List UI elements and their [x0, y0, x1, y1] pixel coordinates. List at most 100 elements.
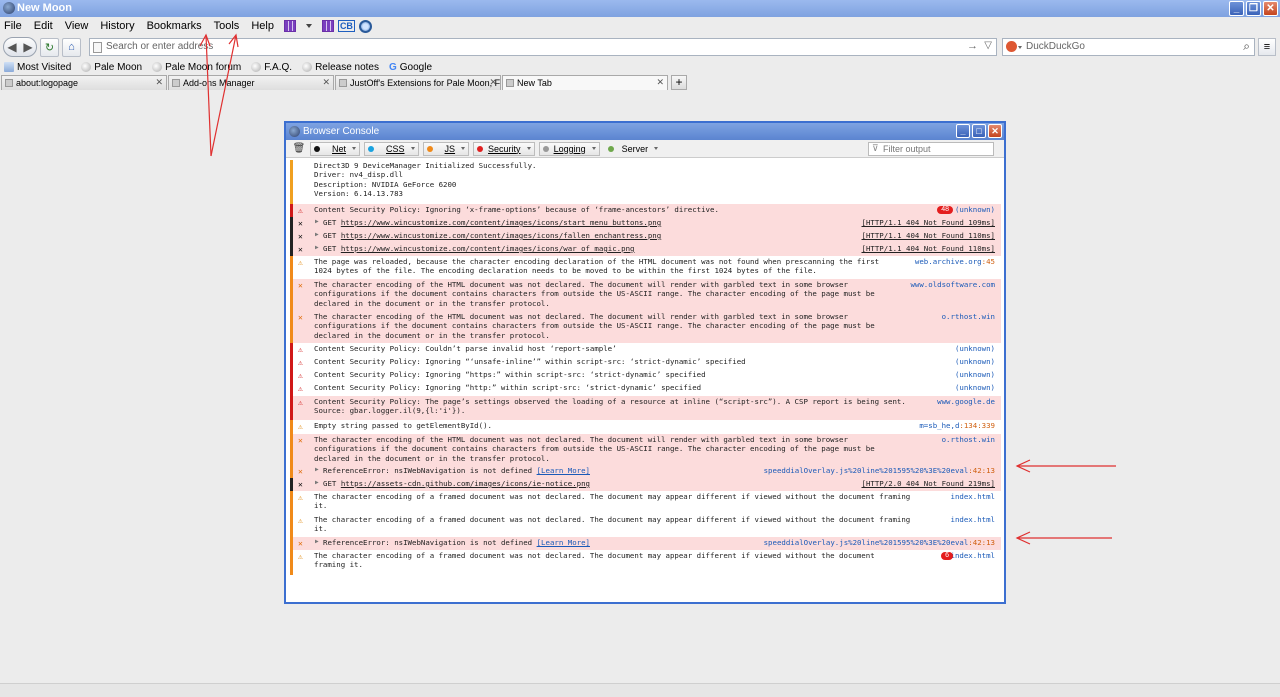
- source-location-link[interactable]: (unknown): [955, 205, 995, 214]
- http-status-link[interactable]: [HTTP/1.1 404 Not Found 110ms]: [862, 231, 996, 240]
- source-location-link[interactable]: www.google.de: [937, 397, 995, 406]
- source-location-link[interactable]: speeddialOverlay.js%20line%201595%20%3E%…: [764, 538, 995, 547]
- filter-css-button[interactable]: CSS: [364, 141, 419, 156]
- source-location-link[interactable]: web.archive.org:45: [915, 257, 995, 266]
- restore-button[interactable]: ❐: [1246, 1, 1261, 16]
- log-entry[interactable]: ✕ ▶ GET https://www.wincustomize.com/conte…: [290, 243, 1001, 256]
- minimize-button[interactable]: _: [1229, 1, 1244, 16]
- source-location-link[interactable]: speeddialOverlay.js%20line%201595%20%3E%…: [764, 466, 995, 475]
- source-location-link[interactable]: (unknown): [955, 357, 995, 366]
- log-entry[interactable]: ✕ ▶ ReferenceError: nsIWebNavigation is no…: [290, 537, 1001, 550]
- filter-security-button[interactable]: Security: [473, 141, 535, 156]
- learn-more-link[interactable]: [Learn More]: [537, 466, 590, 475]
- log-entry[interactable]: ✕ The character encoding of the HTML docu…: [290, 279, 1001, 311]
- go-arrow-icon[interactable]: →: [967, 40, 978, 52]
- menu-view[interactable]: View: [59, 20, 95, 32]
- log-entry[interactable]: ⚠ Content Security Policy: Ignoring “http…: [290, 382, 1001, 396]
- bookmark-google[interactable]: G Google: [389, 62, 432, 74]
- menu-bookmarks[interactable]: Bookmarks: [141, 20, 208, 32]
- bookmark-faq[interactable]: F.A.Q.: [251, 62, 292, 73]
- tab-about-logopage[interactable]: about:logopage ✕: [1, 75, 167, 90]
- tab-justoff-extensions[interactable]: JustOff's Extensions for Pale Moon, Fire…: [335, 75, 501, 90]
- expand-arrow-icon[interactable]: ▶: [315, 218, 319, 225]
- http-status-link[interactable]: [HTTP/2.0 404 Not Found 219ms]: [862, 479, 996, 488]
- log-entry[interactable]: ✕ The character encoding of the HTML docu…: [290, 311, 1001, 343]
- console-log[interactable]: Direct3D 9 DeviceManager Initialized Suc…: [290, 160, 1001, 600]
- expand-arrow-icon[interactable]: ▶: [315, 231, 319, 238]
- source-location-link[interactable]: www.oldsoftware.com: [910, 280, 995, 289]
- http-status-link[interactable]: [HTTP/1.1 404 Not Found 110ms]: [862, 244, 996, 253]
- bookmark-pale-moon[interactable]: Pale Moon: [81, 62, 142, 73]
- menu-help[interactable]: Help: [245, 20, 280, 32]
- source-location-link[interactable]: (unknown): [955, 383, 995, 392]
- menu-file[interactable]: File: [0, 20, 28, 32]
- menu-tools[interactable]: Tools: [208, 20, 246, 32]
- source-location-link[interactable]: index.html: [951, 551, 996, 560]
- log-entry[interactable]: ⚠ The page was reloaded, because the char…: [290, 256, 1001, 279]
- bookmark-most-visited[interactable]: Most Visited: [4, 62, 71, 73]
- cb-icon[interactable]: CB: [337, 20, 355, 32]
- grid-extension-icon-2[interactable]: [321, 20, 334, 32]
- source-location-link[interactable]: m=sb_he,d:134:339: [919, 421, 995, 430]
- new-tab-button[interactable]: +: [671, 75, 687, 90]
- dropdown-arrow-icon[interactable]: [305, 24, 312, 28]
- request-url-link[interactable]: https://www.wincustomize.com/content/ima…: [341, 244, 635, 253]
- http-status-link[interactable]: [HTTP/1.1 404 Not Found 109ms]: [862, 218, 996, 227]
- filter-server-button[interactable]: Server: [604, 142, 663, 156]
- learn-more-link[interactable]: [Learn More]: [537, 538, 590, 547]
- expand-arrow-icon[interactable]: ▶: [315, 479, 319, 486]
- tab-addons-manager[interactable]: Add-ons Manager ✕: [168, 75, 334, 90]
- console-titlebar[interactable]: Browser Console _ □ ✕: [286, 123, 1004, 140]
- app-menu-button[interactable]: ≡: [1258, 38, 1276, 56]
- tab-close-icon[interactable]: ✕: [489, 77, 497, 88]
- log-entry[interactable]: ⚠ Content Security Policy: Couldn’t parse…: [290, 343, 1001, 356]
- source-location-link[interactable]: o.rthost.win: [942, 435, 995, 444]
- request-url-link[interactable]: https://assets-cdn.github.com/images/ico…: [341, 479, 590, 488]
- log-entry[interactable]: ✕ ▶ GET https://assets-cdn.github.com/imag…: [290, 478, 1001, 491]
- console-close-button[interactable]: ✕: [988, 124, 1002, 138]
- source-location-link[interactable]: (unknown): [955, 370, 995, 379]
- bookmark-release-notes[interactable]: Release notes: [302, 62, 379, 73]
- log-entry[interactable]: ✕ ▶ GET https://www.wincustomize.com/conte…: [290, 217, 1001, 230]
- source-location-link[interactable]: index.html: [951, 492, 996, 501]
- back-arrow-icon[interactable]: ◀: [7, 40, 16, 54]
- expand-arrow-icon[interactable]: ▶: [315, 538, 319, 545]
- tab-new-tab[interactable]: New Tab ✕: [502, 75, 668, 90]
- request-url-link[interactable]: https://www.wincustomize.com/content/ima…: [341, 218, 661, 227]
- menu-history[interactable]: History: [94, 20, 140, 32]
- window-titlebar[interactable]: New Moon _ ❐ ✕: [0, 0, 1280, 17]
- back-forward-button[interactable]: ◀ ▶: [3, 37, 37, 57]
- home-button[interactable]: ⌂: [62, 37, 81, 57]
- log-entry[interactable]: ✕ The character encoding of the HTML docu…: [290, 434, 1001, 465]
- source-location-link[interactable]: o.rthost.win: [942, 312, 995, 321]
- bookmark-pale-moon-forum[interactable]: Pale Moon forum: [152, 62, 241, 73]
- log-entry[interactable]: ⚠ Content Security Policy: Ignoring “http…: [290, 369, 1001, 382]
- search-icon[interactable]: ⌕: [1243, 39, 1250, 54]
- browser-console-window[interactable]: Browser Console _ □ ✕ 🗑 Net CSS JS Secur…: [284, 121, 1006, 604]
- close-button[interactable]: ✕: [1263, 1, 1278, 16]
- log-entry[interactable]: ✕ ▶ GET https://www.wincustomize.com/conte…: [290, 230, 1001, 243]
- filter-js-button[interactable]: JS: [422, 141, 470, 156]
- source-location-link[interactable]: (unknown): [955, 344, 995, 353]
- filter-output-input[interactable]: ⊽ Filter output: [868, 142, 994, 156]
- tab-close-icon[interactable]: ✕: [155, 77, 163, 88]
- engine-dropdown-icon[interactable]: [1018, 46, 1022, 49]
- expand-arrow-icon[interactable]: ▶: [315, 244, 319, 251]
- console-maximize-button[interactable]: □: [972, 124, 986, 138]
- console-minimize-button[interactable]: _: [956, 124, 970, 138]
- log-entry[interactable]: ⚠ Content Security Policy: Ignoring ‘x-fr…: [290, 204, 1001, 217]
- history-dropdown-icon[interactable]: ▽: [984, 40, 992, 51]
- duckduckgo-icon[interactable]: [1006, 41, 1017, 52]
- tab-close-icon[interactable]: ✕: [322, 77, 330, 88]
- log-entry[interactable]: ✕ ▶ ReferenceError: nsIWebNavigation is no…: [290, 465, 1001, 478]
- log-entry[interactable]: ⚠ The character encoding of a framed docu…: [290, 550, 1001, 575]
- address-bar[interactable]: Search or enter address → ▽: [89, 38, 997, 56]
- globe-icon[interactable]: [358, 19, 372, 33]
- log-entry[interactable]: Direct3D 9 DeviceManager Initialized Suc…: [290, 160, 1001, 204]
- log-entry[interactable]: ⚠ Content Security Policy: Ignoring “‘uns…: [290, 356, 1001, 369]
- filter-logging-button[interactable]: Logging: [538, 141, 600, 156]
- log-entry[interactable]: ⚠ The character encoding of a framed docu…: [290, 491, 1001, 514]
- log-entry[interactable]: ⚠ Content Security Policy: The page’s set…: [290, 396, 1001, 420]
- filter-net-button[interactable]: Net: [310, 141, 361, 156]
- log-entry[interactable]: ⚠ Empty string passed to getElementById()…: [290, 420, 1001, 434]
